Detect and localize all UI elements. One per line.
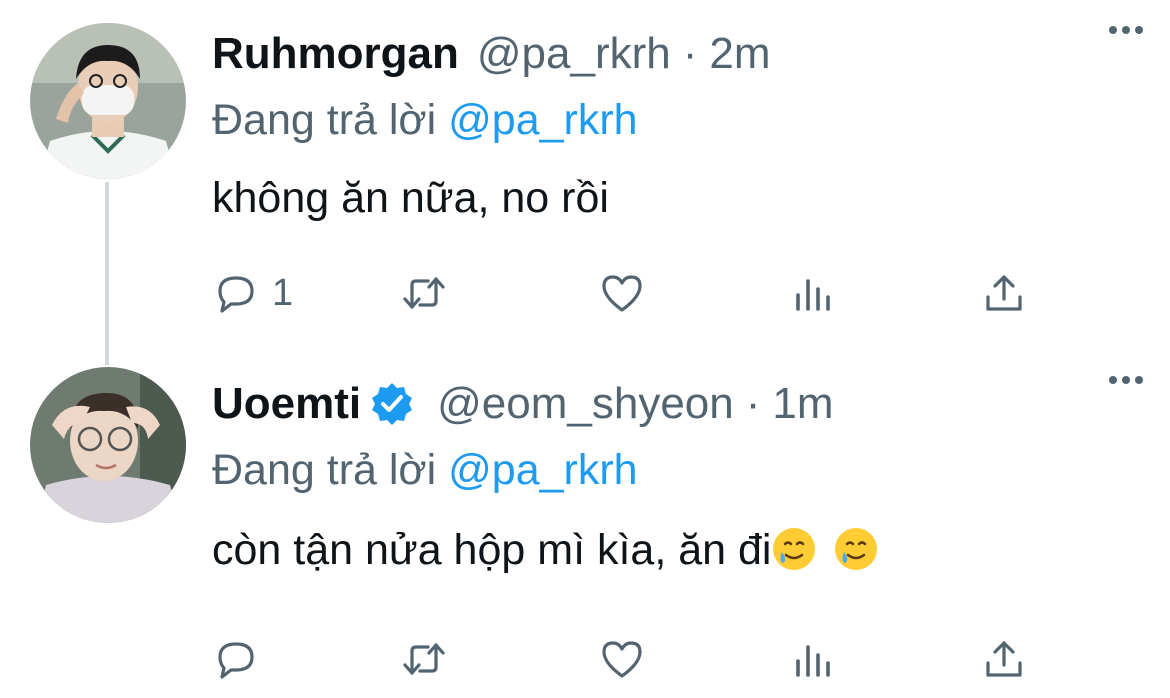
user-handle[interactable]: @pa_rkrh [477, 29, 671, 79]
tweet[interactable]: Ruhmorgan @pa_rkrh · 2m Đang trả lời @pa… [0, 0, 1170, 365]
replying-to: Đang trả lời @pa_rkrh [212, 92, 1150, 148]
like-button[interactable] [598, 267, 646, 319]
share-icon [986, 275, 1022, 311]
reply-icon [218, 276, 254, 313]
action-bar [212, 633, 1032, 685]
thread-line [105, 182, 109, 365]
reply-icon [218, 642, 254, 679]
action-bar: 1 [212, 267, 1032, 319]
views-icon [796, 279, 830, 311]
like-button[interactable] [598, 633, 646, 685]
retweet-button[interactable] [400, 633, 448, 685]
tweet-text-body: không ăn nữa, no rồi [212, 174, 609, 222]
smiling-face-with-tear-emoji [835, 528, 878, 570]
replying-mention-link[interactable]: @pa_rkrh [448, 446, 637, 494]
views-button[interactable] [788, 267, 836, 319]
like-icon [602, 641, 642, 678]
retweet-icon [403, 643, 445, 675]
more-options-icon[interactable] [1098, 18, 1154, 42]
retweet-button[interactable] [400, 267, 448, 319]
share-icon [986, 641, 1022, 677]
more-options-icon[interactable] [1098, 368, 1154, 392]
views-icon [796, 645, 830, 677]
tweet[interactable]: Uoemti @eom_shyeon · 1m Đang trả lời @pa… [0, 350, 1170, 698]
tweet-content: Uoemti @eom_shyeon · 1m Đang trả lời @pa… [212, 376, 1150, 580]
display-name[interactable]: Ruhmorgan [212, 29, 459, 79]
smiling-face-with-tear-emoji [773, 528, 816, 570]
tweet-text: không ăn nữa, no rồi [212, 168, 1150, 228]
replying-mention-link[interactable]: @pa_rkrh [448, 96, 637, 144]
user-handle[interactable]: @eom_shyeon [437, 379, 734, 429]
share-button[interactable] [980, 267, 1028, 319]
separator-dot: · [682, 29, 698, 78]
replying-label: Đang trả lời [212, 96, 437, 144]
separator-dot: · [745, 379, 761, 428]
reply-button[interactable]: 1 [212, 267, 293, 319]
tweet-content: Ruhmorgan @pa_rkrh · 2m Đang trả lời @pa… [212, 26, 1150, 228]
reply-count: 1 [272, 271, 294, 314]
verified-badge-icon [372, 383, 413, 425]
avatar[interactable] [30, 23, 186, 179]
tweet-header: Ruhmorgan @pa_rkrh · 2m [212, 26, 1150, 82]
display-name[interactable]: Uoemti [212, 379, 361, 429]
tweet-text-body: còn tận nửa hộp mì kìa, ăn đi [212, 526, 772, 574]
tweet-header: Uoemti @eom_shyeon · 1m [212, 376, 1150, 432]
views-button[interactable] [788, 633, 836, 685]
tweet-text: còn tận nửa hộp mì kìa, ăn đi [212, 520, 1150, 580]
share-button[interactable] [980, 633, 1028, 685]
like-icon [602, 275, 642, 312]
timestamp[interactable]: 2m [709, 29, 770, 79]
reply-button[interactable] [212, 633, 272, 685]
avatar[interactable] [30, 367, 186, 523]
retweet-icon [403, 277, 445, 309]
replying-to: Đang trả lời @pa_rkrh [212, 442, 1150, 498]
timestamp[interactable]: 1m [772, 379, 833, 429]
replying-label: Đang trả lời [212, 446, 437, 494]
